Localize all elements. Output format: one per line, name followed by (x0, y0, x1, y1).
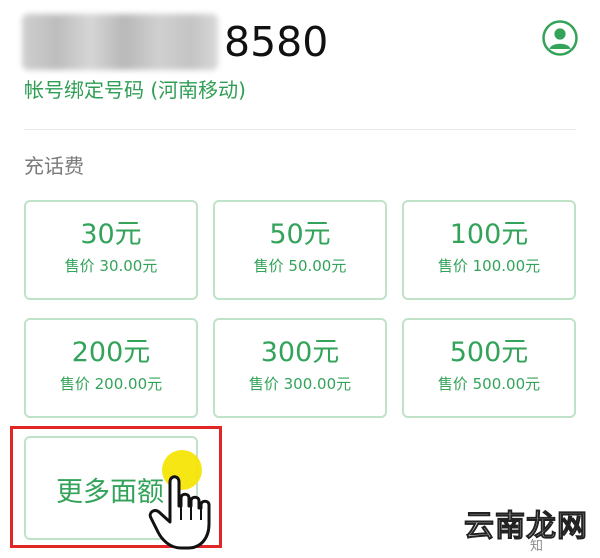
topup-price: 售价 300.00元 (248, 375, 352, 393)
divider (24, 129, 576, 130)
topup-option-30[interactable]: 30元 售价 30.00元 (24, 200, 198, 300)
section-title: 充话费 (24, 154, 84, 178)
topup-amount: 50元 (269, 219, 331, 250)
bind-number-label: 帐号绑定号码 (河南移动) (24, 78, 246, 102)
topup-amount: 30元 (80, 219, 142, 250)
topup-amount: 300元 (260, 337, 340, 368)
topup-amount: 200元 (71, 337, 151, 368)
topup-price: 售价 30.00元 (64, 257, 158, 275)
topup-price: 售价 500.00元 (437, 375, 541, 393)
topup-price: 售价 50.00元 (253, 257, 347, 275)
topup-option-300[interactable]: 300元 售价 300.00元 (213, 318, 387, 418)
topup-option-50[interactable]: 50元 售价 50.00元 (213, 200, 387, 300)
topup-option-200[interactable]: 200元 售价 200.00元 (24, 318, 198, 418)
topup-amount: 500元 (449, 337, 529, 368)
user-avatar-icon[interactable] (542, 20, 578, 56)
watermark-sub: 知 (530, 539, 544, 554)
topup-option-100[interactable]: 100元 售价 100.00元 (402, 200, 576, 300)
watermark: 云南龙网 知 (464, 508, 600, 558)
topup-amount: 100元 (449, 219, 529, 250)
phone-number-blurred (22, 14, 218, 70)
phone-number-suffix: 8580 (224, 18, 329, 66)
topup-option-500[interactable]: 500元 售价 500.00元 (402, 318, 576, 418)
hand-pointer-icon (148, 450, 211, 550)
watermark-brand: 云南龙网 (464, 509, 588, 545)
topup-price: 售价 100.00元 (437, 257, 541, 275)
topup-price: 售价 200.00元 (59, 375, 163, 393)
